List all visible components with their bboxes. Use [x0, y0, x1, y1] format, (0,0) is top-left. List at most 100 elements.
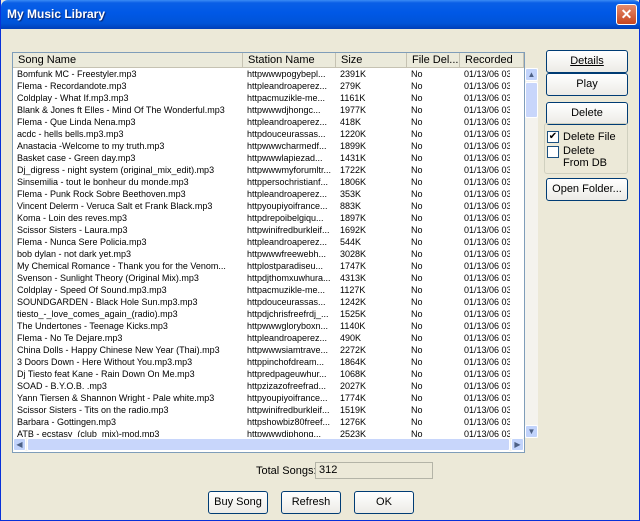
table-row[interactable]: SOUNDGARDEN - Black Hole Sun.mp3.mp3 http… [13, 296, 510, 308]
delete-button[interactable]: Delete [546, 102, 628, 125]
table-row[interactable]: Flema - Nunca Sere Policia.mp3 httpleandr… [13, 236, 510, 248]
table-row[interactable]: China Dolls - Happy Chinese New Year (Th… [13, 344, 510, 356]
song-name-cell: Flema - Recordandote.mp3 [17, 81, 127, 91]
table-row[interactable]: Coldplay - Speed Of Sound.mp3.mp3 httpacm… [13, 284, 510, 296]
list-header: Song Name Station Name Size File Del... … [13, 53, 524, 68]
table-row[interactable]: Flema - Que Linda Nena.mp3 httpleandroape… [13, 116, 510, 128]
size-cell: 544K [340, 237, 362, 247]
table-row[interactable]: The Undertones - Teenage Kicks.mp3 httpww… [13, 320, 510, 332]
file-deleted-cell: No [411, 225, 423, 235]
recorded-cell: 01/13/06 03:00 [464, 201, 510, 211]
open-folder-button[interactable]: Open Folder... [546, 178, 628, 201]
table-row[interactable]: acdc - hells bells.mp3.mp3 httpdouceurass… [13, 128, 510, 140]
delete-file-checkbox[interactable]: ✔ [547, 131, 559, 143]
song-name-cell: Svenson - Sunlight Theory (Original Mix)… [17, 273, 199, 283]
table-row[interactable]: Flema - Punk Rock Sobre Beethoven.mp3 htt… [13, 188, 510, 200]
size-cell: 2523K [340, 429, 367, 437]
delete-label: Delete [571, 107, 603, 119]
station-name-cell: httpwwwmyforumltr... [247, 165, 332, 175]
table-row[interactable]: Basket case - Green day.mp3 httpwwwlapiez… [13, 152, 510, 164]
file-deleted-cell: No [411, 261, 423, 271]
recorded-cell: 01/13/06 03:00 [464, 333, 510, 343]
refresh-button[interactable]: Refresh [281, 491, 341, 514]
table-row[interactable]: Scissor Sisters - Laura.mp3 httpwinifredb… [13, 224, 510, 236]
file-deleted-cell: No [411, 345, 423, 355]
table-row[interactable]: Koma - Loin des reves.mp3 httpdrepoibelgi… [13, 212, 510, 224]
recorded-cell: 01/13/06 03:01 [464, 153, 510, 163]
station-name-cell: httpwinifredburkleif... [247, 225, 330, 235]
title-bar[interactable]: My Music Library ✕ [1, 0, 640, 29]
table-row[interactable]: SOAD - B.Y.O.B. .mp3 httpzizazofreefrad..… [13, 380, 510, 392]
scroll-left-button[interactable]: ◀ [13, 438, 26, 451]
file-deleted-cell: No [411, 273, 423, 283]
column-header-size[interactable]: Size [336, 53, 407, 68]
table-row[interactable]: Coldplay - What If.mp3.mp3 httpacmuzikle-… [13, 92, 510, 104]
table-row[interactable]: Svenson - Sunlight Theory (Original Mix)… [13, 272, 510, 284]
size-cell: 1068K [340, 369, 367, 379]
scroll-right-button[interactable]: ▶ [511, 438, 524, 451]
table-row[interactable]: Flema - No Te Dejare.mp3 httpleandroapere… [13, 332, 510, 344]
column-header-station-name[interactable]: Station Name [243, 53, 336, 68]
table-row[interactable]: Dj_digress - night system (original_mix_… [13, 164, 510, 176]
chevron-up-icon: ▲ [527, 70, 536, 79]
file-deleted-cell: No [411, 285, 423, 295]
vertical-scroll-thumb[interactable] [525, 82, 538, 118]
song-list[interactable]: Song Name Station Name Size File Del... … [12, 52, 538, 453]
station-name-cell: httpleandroaperez... [247, 81, 328, 91]
recorded-cell: 01/13/06 03:00 [464, 393, 510, 403]
song-name-cell: Scissor Sisters - Laura.mp3 [17, 225, 128, 235]
horizontal-scrollbar[interactable]: ◀ ▶ [13, 438, 524, 451]
delete-from-db-checkbox[interactable] [547, 146, 559, 158]
song-name-cell: Vincent Delerm - Veruca Salt et Frank Bl… [17, 201, 213, 211]
station-name-cell: httpdouceurassas... [247, 129, 326, 139]
vertical-scrollbar[interactable]: ▲ ▼ [525, 68, 538, 438]
table-row[interactable]: Scissor Sisters - Tits on the radio.mp3 h… [13, 404, 510, 416]
table-row[interactable]: Bomfunk MC - Freestyler.mp3 httpwwwpogybe… [13, 68, 510, 80]
open-folder-label: Open Folder... [552, 183, 622, 195]
details-button[interactable]: Details [546, 50, 628, 73]
table-row[interactable]: My Chemical Romance - Thank you for the … [13, 260, 510, 272]
file-deleted-cell: No [411, 117, 423, 127]
close-button[interactable]: ✕ [616, 4, 637, 25]
file-deleted-cell: No [411, 213, 423, 223]
recorded-cell: 01/13/06 03:01 [464, 117, 510, 127]
recorded-cell: 01/13/06 03:01 [464, 69, 510, 79]
table-row[interactable]: Anastacia -Welcome to my truth.mp3 httpww… [13, 140, 510, 152]
column-header-song-name[interactable]: Song Name [13, 53, 243, 68]
station-name-cell: httpwinifredburkleif... [247, 405, 330, 415]
station-name-cell: httpleandroaperez... [247, 333, 328, 343]
column-header-file-deleted[interactable]: File Del... [407, 53, 460, 68]
table-row[interactable]: Dj Tiesto feat Kane - Rain Down On Me.mp… [13, 368, 510, 380]
scroll-down-button[interactable]: ▼ [525, 425, 538, 438]
ok-button[interactable]: OK [354, 491, 414, 514]
buy-song-button[interactable]: Buy Song [208, 491, 268, 514]
table-row[interactable]: ATB - ecstasy_(club_mix)-mod.mp3 httpwwwd… [13, 428, 510, 437]
play-label: Play [576, 78, 598, 90]
table-row[interactable]: Vincent Delerm - Veruca Salt et Frank Bl… [13, 200, 510, 212]
file-deleted-cell: No [411, 297, 423, 307]
table-row[interactable]: Sinsemilia - tout le bonheur du monde.mp… [13, 176, 510, 188]
table-row[interactable]: Flema - Recordandote.mp3 httpleandroapere… [13, 80, 510, 92]
scroll-up-button[interactable]: ▲ [525, 68, 538, 81]
song-name-cell: Coldplay - Speed Of Sound.mp3.mp3 [17, 285, 167, 295]
size-cell: 4313K [340, 273, 367, 283]
song-name-cell: Blank & Jones ft Elles - Mind Of The Won… [17, 105, 225, 115]
column-header-recorded[interactable]: Recorded [460, 53, 524, 68]
size-cell: 279K [340, 81, 362, 91]
table-row[interactable]: Barbara - Gottingen.mp3 httpshowbiz80free… [13, 416, 510, 428]
recorded-cell: 01/13/06 03:00 [464, 417, 510, 427]
station-name-cell: httpshowbiz80freef... [247, 417, 331, 427]
size-cell: 1806K [340, 177, 367, 187]
table-row[interactable]: Yann Tiersen & Shannon Wright - Pale whi… [13, 392, 510, 404]
table-row[interactable]: 3 Doors Down - Here Without You.mp3.mp3 h… [13, 356, 510, 368]
table-row[interactable]: Blank & Jones ft Elles - Mind Of The Won… [13, 104, 510, 116]
size-cell: 1864K [340, 357, 367, 367]
size-cell: 2272K [340, 345, 367, 355]
station-name-cell: httpredpageuwhur... [247, 369, 327, 379]
recorded-cell: 01/13/06 03:00 [464, 309, 510, 319]
play-button[interactable]: Play [546, 73, 628, 96]
table-row[interactable]: bob dylan - not dark yet.mp3 httpwwwfreew… [13, 248, 510, 260]
table-row[interactable]: tiesto_-_love_comes_again_(radio).mp3 htt… [13, 308, 510, 320]
horizontal-scroll-thumb[interactable] [27, 438, 510, 451]
size-cell: 1977K [340, 105, 367, 115]
